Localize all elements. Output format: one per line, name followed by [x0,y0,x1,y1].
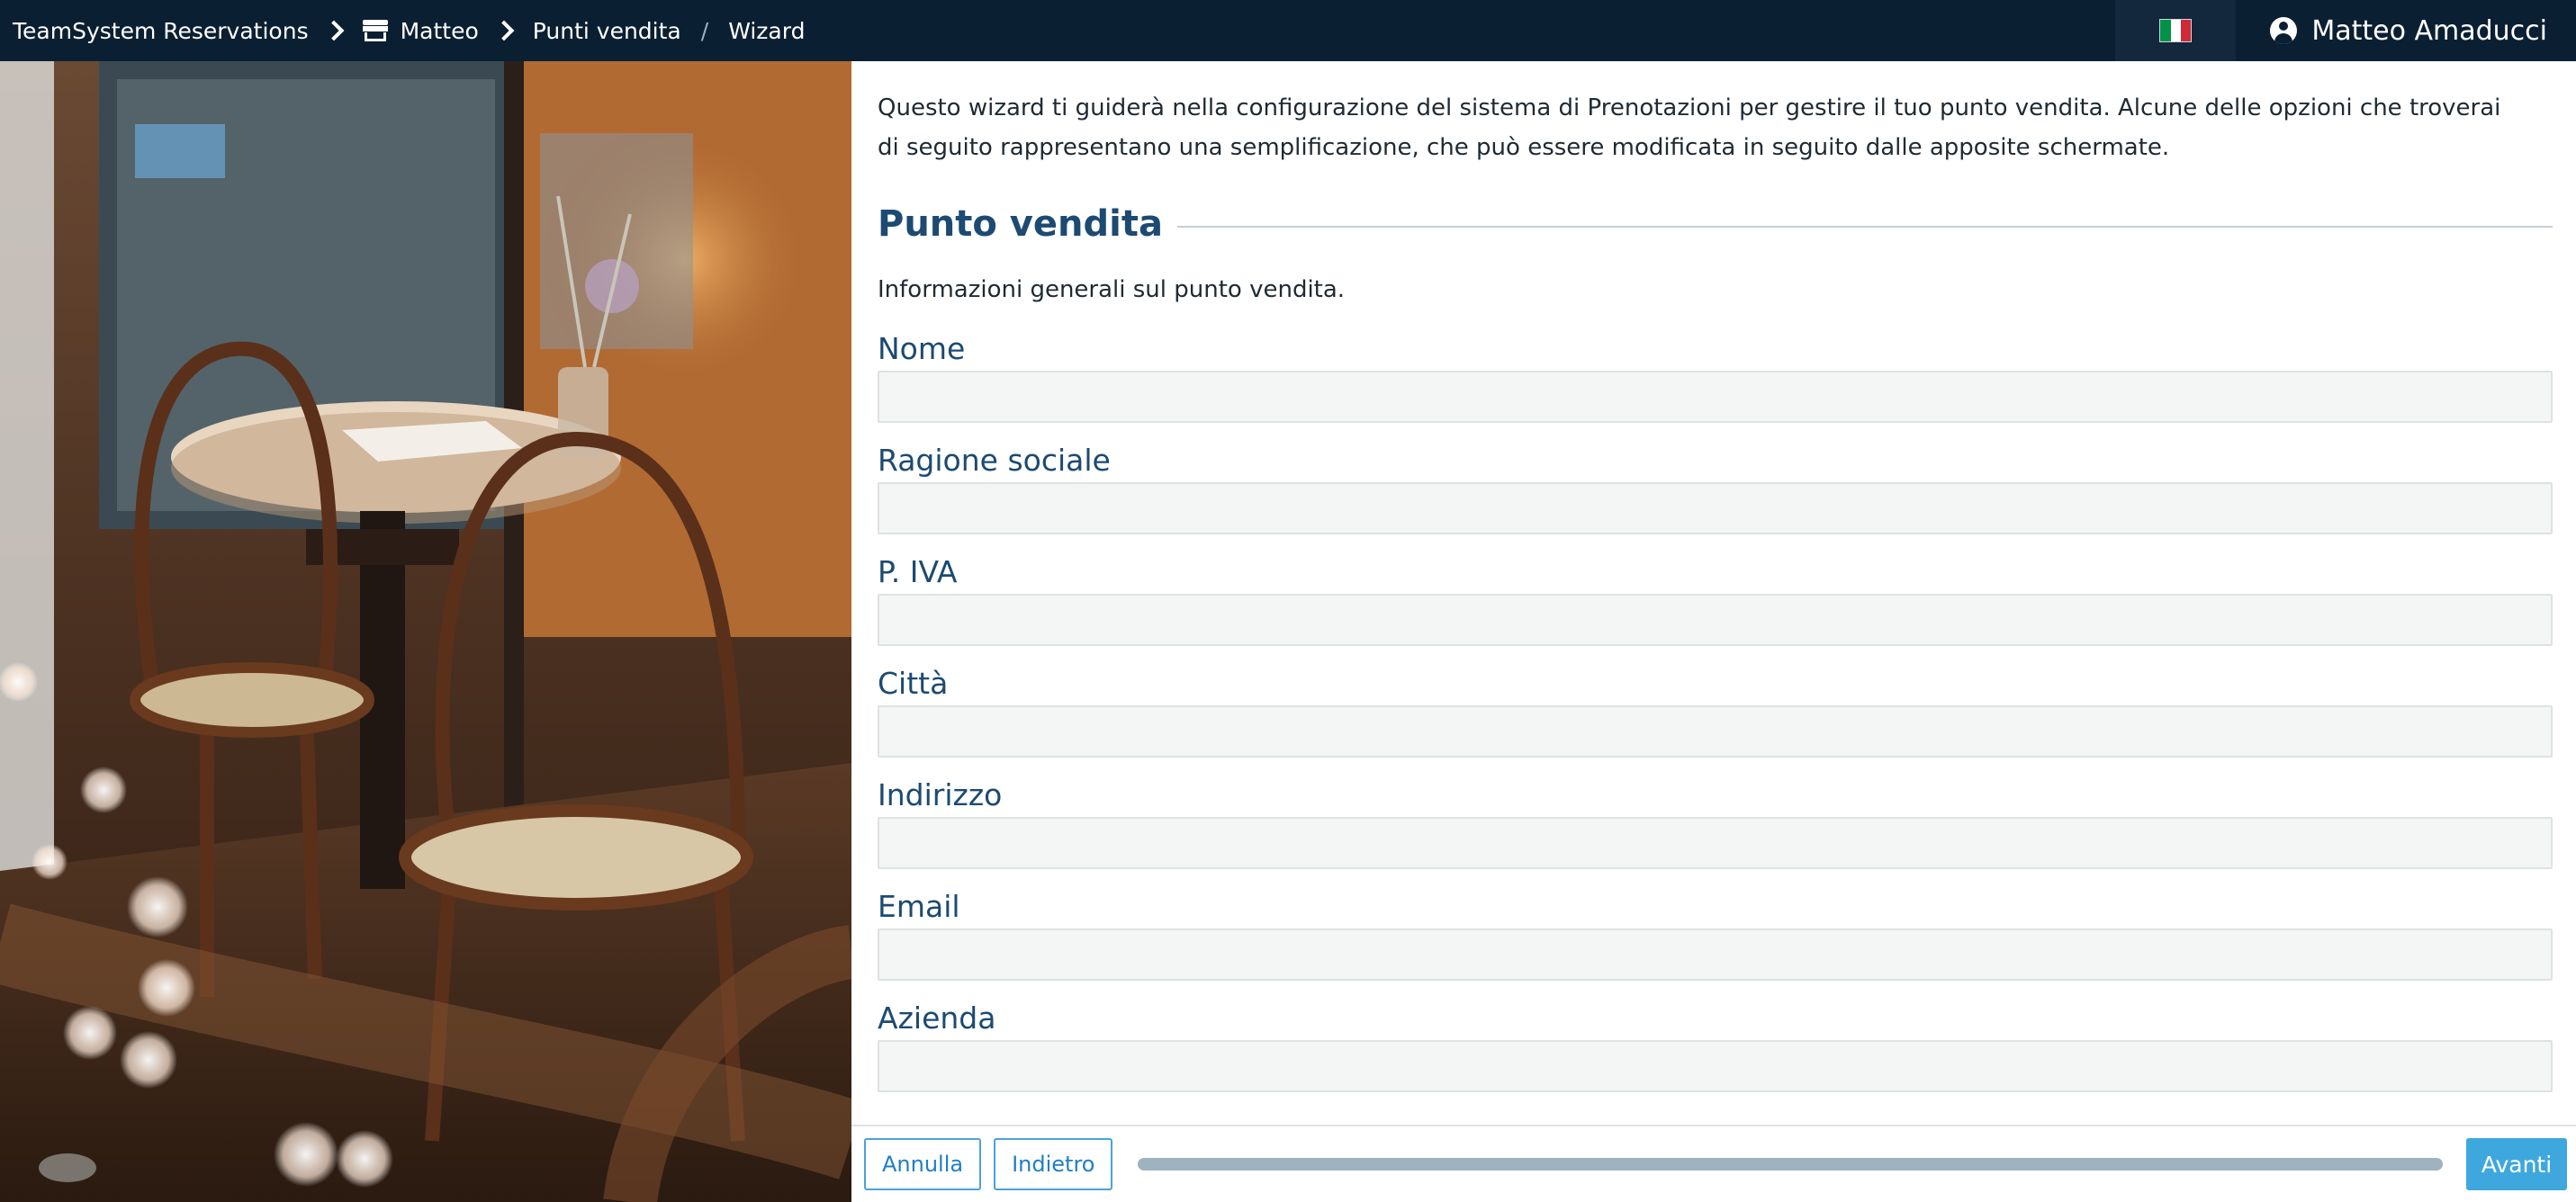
field-nome: Nome [878,329,2553,423]
it-flag-icon [2159,19,2193,42]
field-label-piva: P. IVA [878,554,958,589]
section-description: Informazioni generali sul punto vendita. [878,276,1346,303]
ragione-sociale-input[interactable] [878,482,2553,534]
topbar-right: Matteo Amaducci [2115,0,2576,61]
user-menu[interactable]: Matteo Amaducci [2236,15,2576,47]
indirizzo-input[interactable] [878,817,2553,869]
top-bar: TeamSystem Reservations Matteo Punti ven… [0,0,2576,61]
wizard-footer: Annulla Indietro Avanti [851,1125,2576,1202]
email-input[interactable] [878,928,2553,981]
account-circle-icon [2270,17,2298,44]
nome-input[interactable] [878,371,2553,423]
wizard-progress-fill [1138,1158,2444,1171]
field-label-nome: Nome [878,331,966,366]
field-label-azienda: Azienda [878,1000,996,1036]
chevron-right-icon [323,20,344,41]
azienda-input[interactable] [878,1040,2553,1092]
breadcrumb-slash-separator: / [700,17,709,44]
field-email: Email [878,887,2553,981]
field-piva: P. IVA [878,552,2553,646]
breadcrumb-section[interactable]: Punti vendita [533,18,681,44]
section-header: Punto vendita [878,202,2553,247]
breadcrumb-account[interactable]: Matteo [362,17,479,44]
cafe-illustration [0,61,851,1202]
cafe-photo [0,61,851,1202]
breadcrumb-account-label: Matteo [400,17,479,44]
field-label-email: Email [878,889,960,924]
section-title: Punto vendita [878,203,1163,245]
piva-input[interactable] [878,594,2553,646]
wizard-progress-bar [1138,1158,2444,1171]
next-button[interactable]: Avanti [2466,1138,2567,1190]
citta-input[interactable] [878,705,2553,758]
store-icon [362,20,388,41]
field-citta: Città [878,664,2553,758]
breadcrumb-page: Wizard [728,17,806,44]
user-name: Matteo Amaducci [2311,14,2547,47]
field-label-citta: Città [878,666,949,701]
wizard-intro: Questo wizard ti guiderà nella configura… [878,94,2501,161]
field-label-ragione-sociale: Ragione sociale [878,443,1111,478]
back-button[interactable]: Indietro [994,1138,1113,1190]
cancel-button[interactable]: Annulla [864,1138,982,1190]
field-ragione-sociale: Ragione sociale [878,441,2553,534]
breadcrumb-app[interactable]: TeamSystem Reservations [13,18,309,44]
wizard-content: Questo wizard ti guiderà nella configura… [851,61,2576,1125]
chevron-right-icon [493,20,515,41]
language-selector[interactable] [2115,0,2237,61]
breadcrumb: TeamSystem Reservations Matteo Punti ven… [0,0,805,61]
field-azienda: Azienda [878,999,2553,1092]
field-indirizzo: Indirizzo [878,776,2553,869]
field-label-indirizzo: Indirizzo [878,777,1003,812]
section-divider [1176,226,2553,228]
